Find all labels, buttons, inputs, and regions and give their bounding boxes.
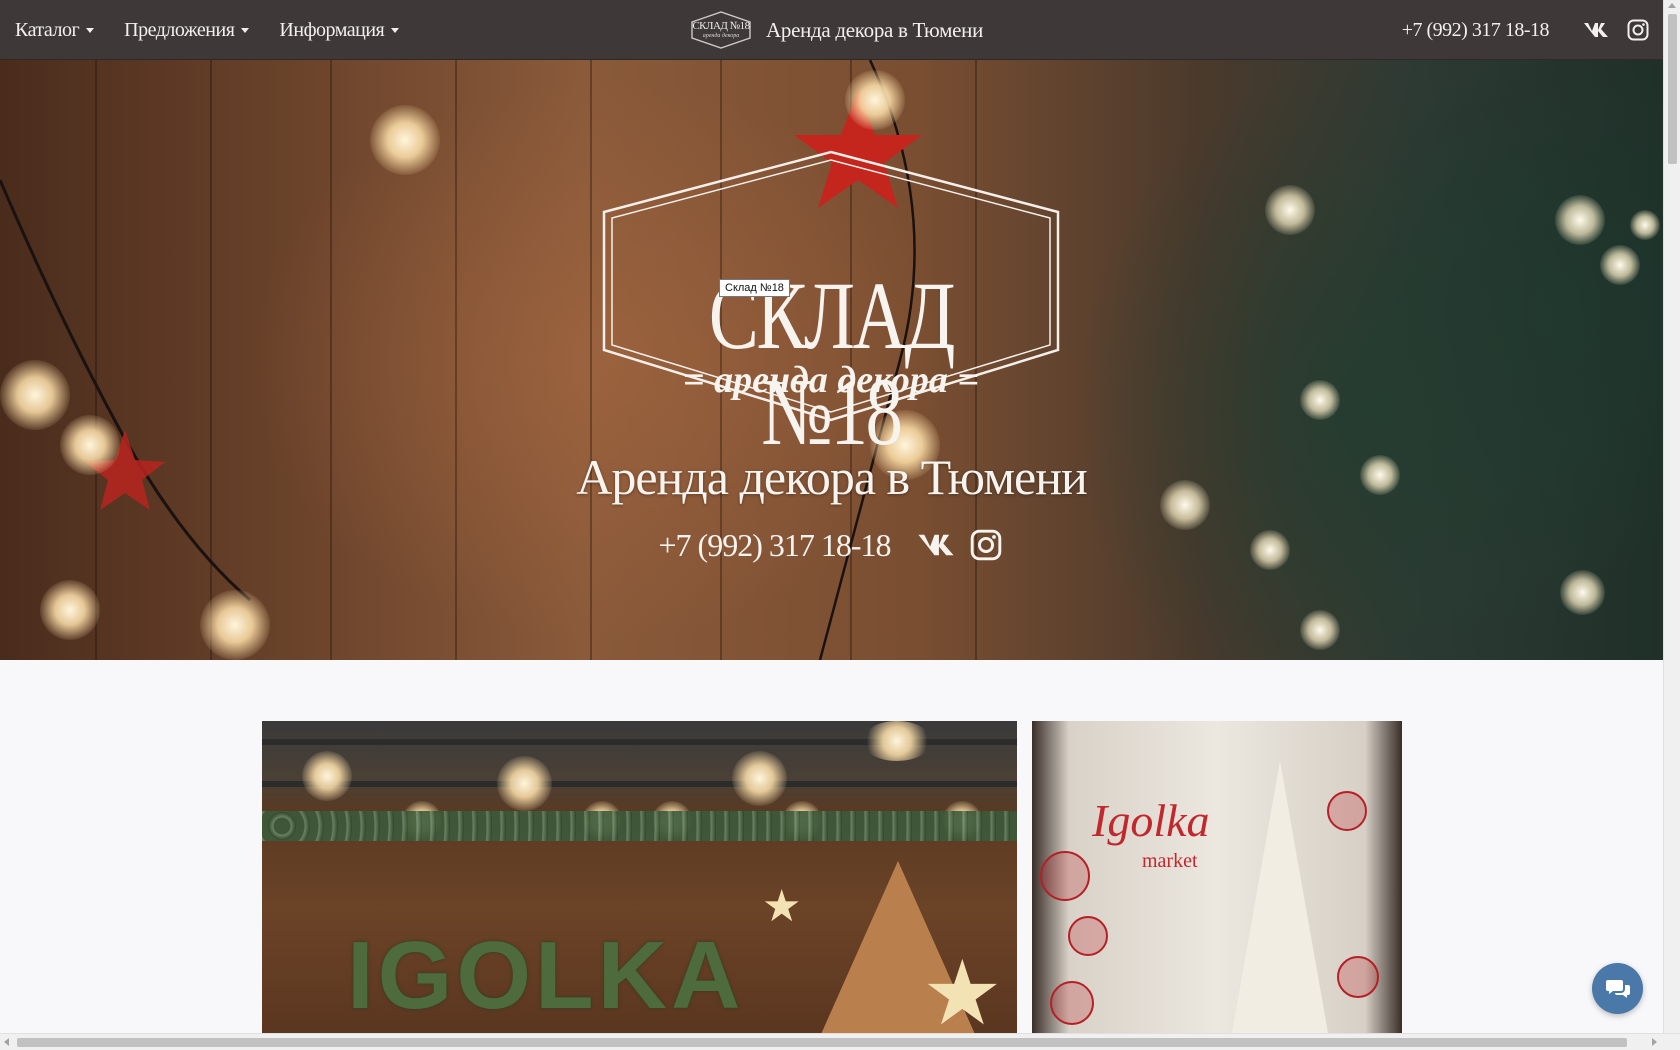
- ornament-ball: [1040, 851, 1090, 901]
- horizontal-scrollbar[interactable]: [0, 1033, 1680, 1050]
- ceiling-beam: [262, 781, 1017, 787]
- vk-icon[interactable]: [1583, 17, 1609, 43]
- scroll-left-arrow-icon[interactable]: [4, 1038, 9, 1046]
- tree-light: [1630, 210, 1660, 240]
- hero-logo: СКЛАД №18 = аренда декора =: [598, 150, 1064, 480]
- hero-logo-subtitle: = аренда декора =: [682, 359, 980, 401]
- star-icon: ★: [762, 882, 802, 931]
- light-bulb: [0, 360, 70, 430]
- instagram-icon[interactable]: [1625, 17, 1651, 43]
- light-bulb: [732, 751, 787, 806]
- scroll-right-arrow-icon[interactable]: [1652, 1038, 1657, 1046]
- ornament-ball: [1327, 791, 1367, 831]
- navbar-logo-subtitle: аренда декора: [702, 32, 740, 39]
- light-bulb: [200, 590, 270, 660]
- horizontal-scroll-thumb[interactable]: [17, 1038, 1627, 1047]
- nav-info-label: Информация: [279, 18, 385, 41]
- brand-link[interactable]: СКЛАД №18 аренда декора Аренда декора в …: [688, 9, 983, 51]
- tree-light: [1300, 380, 1340, 420]
- light-bulb: [845, 70, 905, 130]
- nav-phone-link[interactable]: +7 (992) 317 18-18: [1402, 19, 1550, 42]
- hero-title: Аренда декора в Тюмени: [576, 449, 1087, 505]
- vertical-scroll-thumb[interactable]: [1668, 14, 1677, 164]
- nav-menu: Каталог Предложения Информация: [15, 0, 429, 60]
- tree-light: [1555, 195, 1605, 245]
- chevron-down-icon: [391, 27, 400, 33]
- light-bulb: [302, 751, 352, 801]
- white-tree-decor: [1232, 761, 1328, 1033]
- tree-light: [1600, 245, 1640, 285]
- navbar-logo-title: СКЛАД №18: [692, 19, 750, 32]
- light-bulb: [40, 580, 100, 640]
- ornament-ball: [1337, 956, 1379, 998]
- ornament-ball: [1068, 916, 1108, 956]
- sign-main-text: Igolka: [1092, 795, 1210, 846]
- hero-contacts: +7 (992) 317 18-18: [0, 520, 1663, 570]
- hero-phone-link[interactable]: +7 (992) 317 18-18: [658, 527, 891, 564]
- site-title[interactable]: Аренда декора в Тюмени: [766, 18, 983, 43]
- vk-icon[interactable]: [917, 526, 955, 564]
- chevron-down-icon: [86, 27, 95, 33]
- light-bulb: [497, 756, 552, 811]
- tree-light: [1560, 570, 1605, 615]
- gallery-photo-igolka-market[interactable]: Igolka market: [1032, 721, 1402, 1033]
- light-bulb: [862, 721, 932, 761]
- navbar-logo[interactable]: СКЛАД №18 аренда декора: [688, 10, 754, 50]
- tree-light: [1300, 610, 1340, 650]
- hero-banner: СКЛАД №18 = аренда декора = Склад №18 Ар…: [0, 60, 1663, 660]
- nav-catalog-dropdown[interactable]: Каталог: [15, 18, 95, 42]
- instagram-icon[interactable]: [967, 526, 1005, 564]
- light-bulb: [370, 105, 440, 175]
- tree-light: [1265, 185, 1315, 235]
- nav-info-dropdown[interactable]: Информация: [279, 18, 400, 42]
- pine-garland: [262, 811, 1017, 841]
- nav-offers-dropdown[interactable]: Предложения: [124, 18, 250, 42]
- gallery-photo-igolka-wall[interactable]: IGOLKA ★ ★: [262, 721, 1017, 1033]
- sign-small-text: market: [1142, 850, 1198, 872]
- logo-tooltip: Склад №18: [719, 279, 790, 297]
- nav-catalog-label: Каталог: [15, 18, 80, 41]
- ornament-ball: [1050, 981, 1094, 1025]
- scroll-up-arrow-icon[interactable]: [1668, 3, 1676, 8]
- igolka-moss-letters: IGOLKA: [347, 922, 745, 1029]
- igolka-market-sign: Igolka market: [1092, 798, 1210, 881]
- chat-icon: [1605, 979, 1630, 998]
- star-icon: ★: [922, 944, 1003, 1033]
- chevron-down-icon: [241, 27, 250, 33]
- nav-offers-label: Предложения: [124, 18, 235, 41]
- vertical-scrollbar[interactable]: [1663, 0, 1680, 1033]
- chat-widget-button[interactable]: [1592, 963, 1643, 1014]
- nav-contacts: +7 (992) 317 18-18: [1402, 0, 1651, 60]
- top-navbar: Каталог Предложения Информация СКЛАД №18…: [0, 0, 1663, 60]
